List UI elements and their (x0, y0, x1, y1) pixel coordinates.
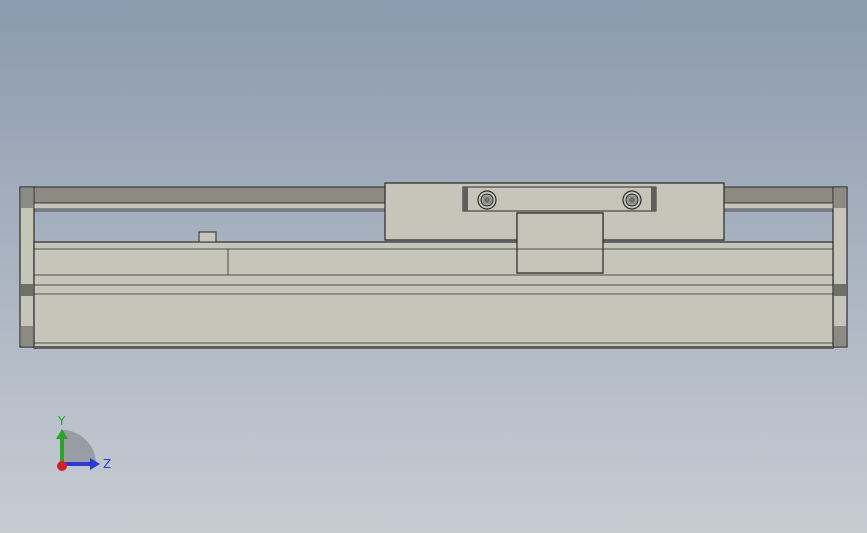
screw-left (477, 190, 497, 210)
graphics-viewport[interactable]: Y Z (0, 0, 867, 533)
linear-actuator-model[interactable] (0, 0, 867, 533)
right-end-cap (832, 186, 848, 348)
screw-right (622, 190, 642, 210)
actuator-body (33, 241, 834, 349)
orientation-triad (56, 429, 100, 471)
left-end-cap (19, 186, 35, 348)
triad-y-label: Y (58, 414, 66, 428)
sensor-tab (198, 231, 217, 243)
triad-z-label: Z (103, 457, 112, 471)
